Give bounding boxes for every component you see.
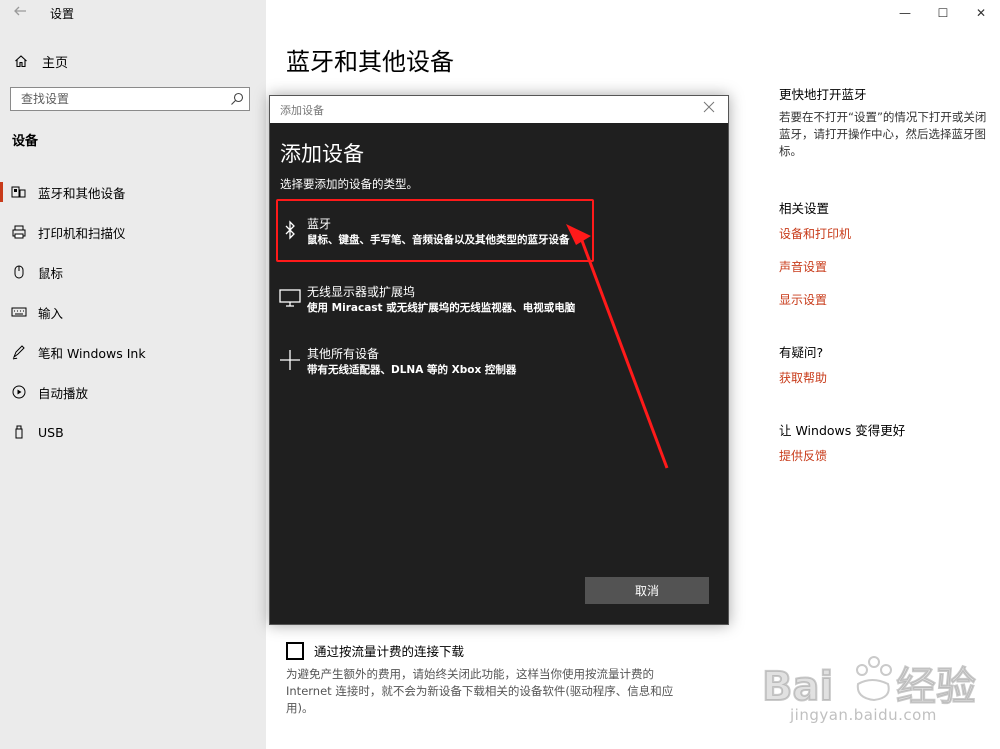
sidebar-item-label: 笔和 Windows Ink — [38, 345, 146, 361]
app-title: 设置 — [50, 7, 75, 21]
search-input[interactable] — [11, 88, 231, 110]
sidebar-item-label: USB — [38, 424, 64, 440]
sidebar-item-label: 鼠标 — [38, 265, 64, 281]
sidebar-item-autoplay[interactable]: 自动播放 — [0, 372, 266, 412]
sidebar-item-label: 自动播放 — [38, 385, 89, 401]
home-icon — [12, 52, 30, 70]
metered-download-option[interactable]: 通过按流量计费的连接下载 — [286, 641, 464, 660]
link-give-feedback[interactable]: 提供反馈 — [779, 447, 989, 464]
maximize-button[interactable]: ☐ — [924, 0, 962, 26]
page-title: 蓝牙和其他设备 — [286, 48, 454, 76]
autoplay-icon — [10, 383, 28, 401]
option-everything-else[interactable]: 其他所有设备 带有无线适配器、DLNA 等的 Xbox 控制器 — [274, 342, 714, 388]
svg-text:Bai: Bai — [762, 664, 833, 710]
monitor-icon — [278, 286, 302, 310]
annotation-highlight-box — [276, 199, 594, 262]
related-settings-title: 相关设置 — [779, 201, 830, 216]
sidebar-item-label: 打印机和扫描仪 — [38, 225, 126, 241]
link-devices-printers[interactable]: 设备和打印机 — [779, 225, 989, 242]
dialog-window-title: 添加设备 — [280, 104, 324, 117]
sidebar-item-usb[interactable]: USB — [0, 412, 266, 452]
sidebar-item-pen[interactable]: 笔和 Windows Ink — [0, 332, 266, 372]
keyboard-icon — [10, 303, 28, 321]
option-description: 带有无线适配器、DLNA 等的 Xbox 控制器 — [307, 364, 517, 376]
metered-checkbox[interactable] — [286, 641, 304, 660]
sidebar-item-mouse[interactable]: 鼠标 — [0, 252, 266, 292]
sidebar-home[interactable]: 主页 — [12, 50, 68, 72]
dialog-subtitle: 选择要添加的设备的类型。 — [280, 177, 418, 191]
minimize-button[interactable]: — — [886, 0, 924, 26]
pen-icon — [10, 343, 28, 361]
sidebar-item-typing[interactable]: 输入 — [0, 292, 266, 332]
metered-description: 为避免产生额外的费用，请始终关闭此功能，这样当你使用按流量计费的 Interne… — [286, 667, 674, 715]
link-sound-settings[interactable]: 声音设置 — [779, 258, 989, 275]
section-heading: 设备 — [12, 134, 39, 149]
option-wireless-display[interactable]: 无线显示器或扩展坞 使用 Miracast 或无线扩展坞的无线监视器、电视或电脑 — [274, 280, 714, 326]
mouse-icon — [10, 263, 28, 281]
right-panel: 更快地打开蓝牙 若要在不打开“设置”的情况下打开或关闭蓝牙，请打开操作中心，然后… — [779, 84, 989, 464]
watermark-site: jingyan.baidu.com — [790, 706, 937, 724]
option-name: 无线显示器或扩展坞 — [307, 285, 416, 299]
option-description: 使用 Miracast 或无线扩展坞的无线监视器、电视或电脑 — [307, 302, 576, 314]
add-device-dialog: 添加设备 添加设备 选择要添加的设备的类型。 蓝牙 鼠标、键盘、手写笔、音频设备… — [269, 95, 729, 625]
cancel-button[interactable]: 取消 — [585, 577, 709, 604]
close-icon[interactable] — [700, 100, 718, 118]
printer-icon — [10, 223, 28, 241]
dialog-titlebar: 添加设备 — [270, 96, 728, 123]
window-controls: — ☐ ✕ — [886, 0, 1000, 26]
home-label: 主页 — [42, 55, 69, 71]
quick-bluetooth-title: 更快地打开蓝牙 — [779, 87, 867, 102]
sidebar-item-bluetooth[interactable]: 蓝牙和其他设备 — [0, 172, 266, 212]
sidebar-item-printers[interactable]: 打印机和扫描仪 — [0, 212, 266, 252]
sidebar-nav: 蓝牙和其他设备 打印机和扫描仪 鼠标 输入 笔和 Windows Ink 自动播… — [0, 172, 266, 452]
metered-label: 通过按流量计费的连接下载 — [314, 644, 465, 659]
search-box — [10, 87, 250, 111]
close-button[interactable]: ✕ — [962, 0, 1000, 26]
link-get-help[interactable]: 获取帮助 — [779, 369, 989, 386]
search-icon[interactable] — [229, 91, 245, 107]
improve-windows-title: 让 Windows 变得更好 — [779, 423, 906, 438]
quick-bluetooth-text: 若要在不打开“设置”的情况下打开或关闭蓝牙，请打开操作中心，然后选择蓝牙图标。 — [779, 110, 987, 158]
back-arrow-icon[interactable] — [10, 4, 30, 24]
dialog-heading: 添加设备 — [280, 142, 364, 166]
question-title: 有疑问? — [779, 345, 824, 360]
plus-icon — [278, 348, 302, 372]
sidebar-item-label: 蓝牙和其他设备 — [38, 185, 126, 201]
baidu-watermark-logo: Bai 经验 — [761, 656, 977, 711]
option-name: 其他所有设备 — [307, 347, 380, 361]
svg-text:经验: 经验 — [896, 664, 976, 710]
link-display-settings[interactable]: 显示设置 — [779, 291, 989, 308]
sidebar-item-label: 输入 — [38, 305, 64, 321]
bluetooth-devices-icon — [10, 183, 28, 201]
sidebar: 设置 主页 设备 蓝牙和其他设备 打印机和扫描仪 — [0, 0, 266, 749]
usb-icon — [10, 423, 28, 441]
